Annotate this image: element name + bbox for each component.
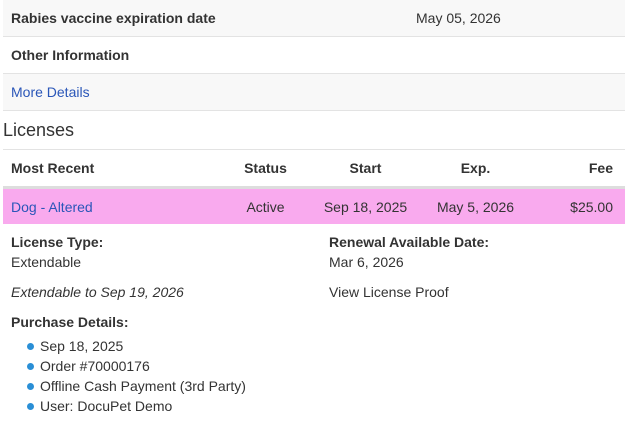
column-header-start: Start — [349, 160, 382, 176]
license-start-date: Sep 18, 2025 — [323, 198, 408, 215]
rabies-expiration-value: May 05, 2026 — [416, 10, 501, 26]
info-row-more-details: More Details — [3, 74, 625, 111]
column-header-status: Status — [244, 160, 287, 176]
bullet-icon — [27, 402, 34, 410]
licenses-heading: Licenses — [3, 111, 625, 150]
renewal-available-value: Mar 6, 2026 — [329, 254, 404, 270]
license-name-link[interactable]: Dog - Altered — [11, 199, 93, 215]
license-exp-date: May 5, 2026 — [436, 198, 515, 215]
column-header-exp: Exp. — [460, 160, 491, 176]
info-row-rabies-expiration: Rabies vaccine expiration date May 05, 2… — [3, 0, 625, 37]
pet-profile-panel: Rabies vaccine expiration date May 05, 2… — [3, 0, 625, 424]
license-row[interactable]: Dog - Altered Active Sep 18, 2025 May 5,… — [3, 189, 625, 224]
list-item: User: DocuPet Demo — [27, 396, 246, 416]
license-type-value: Extendable — [11, 254, 82, 270]
column-header-most-recent: Most Recent — [11, 160, 95, 176]
bullet-icon — [27, 342, 34, 350]
list-item: Order #70000176 — [27, 356, 246, 376]
view-license-proof-link[interactable]: View License Proof — [329, 284, 449, 300]
rabies-expiration-label: Rabies vaccine expiration date — [11, 10, 216, 26]
other-information-label: Other Information — [11, 47, 130, 63]
purchase-details-label: Purchase Details: — [11, 314, 129, 330]
licenses-table-header: Most Recent Status Start Exp. Fee — [3, 150, 625, 189]
info-row-other-information: Other Information — [3, 37, 625, 74]
list-item: Sep 18, 2025 — [27, 336, 246, 356]
purchase-details-list: Sep 18, 2025 Order #70000176 Offline Cas… — [27, 336, 246, 416]
extendable-note: Extendable to Sep 19, 2026 — [11, 284, 184, 300]
more-details-link[interactable]: More Details — [11, 84, 90, 100]
license-details: License Type: Extendable Renewal Availab… — [3, 224, 625, 424]
renewal-available-label: Renewal Available Date: — [329, 234, 490, 250]
license-fee: $25.00 — [570, 198, 613, 215]
license-status: Active — [246, 198, 285, 215]
bullet-icon — [27, 362, 34, 370]
license-type-label: License Type: — [11, 234, 104, 250]
list-item: Offline Cash Payment (3rd Party) — [27, 376, 246, 396]
column-header-fee: Fee — [588, 160, 613, 176]
bullet-icon — [27, 382, 34, 390]
